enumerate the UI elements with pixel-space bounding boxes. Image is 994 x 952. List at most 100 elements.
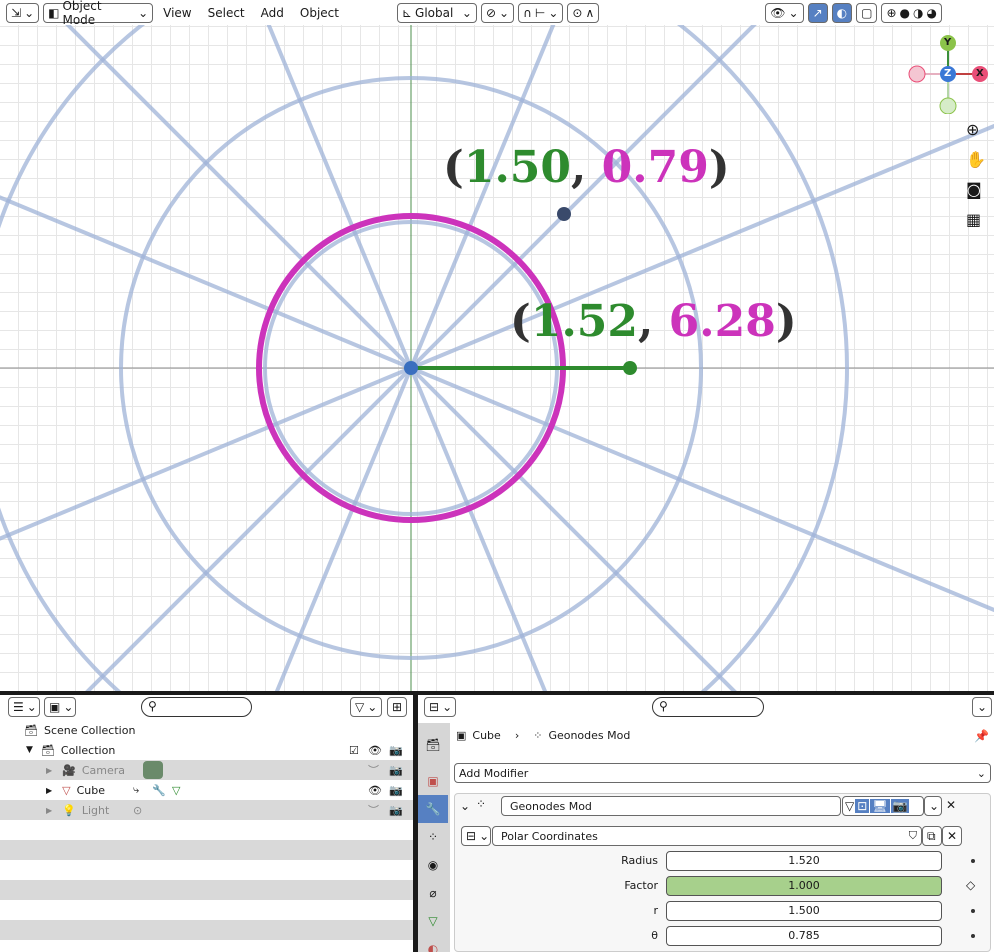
checkbox-icon[interactable]: ☑ [349, 744, 359, 757]
outliner-item-camera[interactable]: ▶ 🎥 Camera ︶ 📷 [0, 760, 413, 780]
tab-data[interactable]: ▽ [418, 907, 448, 935]
r-field[interactable]: 1.500 [666, 901, 942, 921]
orientation-select[interactable]: ⊾ Global ⌄ [396, 2, 477, 23]
close-icon[interactable]: ✕ [946, 798, 956, 812]
node-group-browse[interactable]: ⊟ ⌄ [461, 826, 491, 846]
mode-select[interactable]: ◧ Object Mode ⌄ [43, 0, 154, 27]
tab-physics[interactable]: ◉ [418, 851, 448, 879]
edit-mode-icon[interactable]: ▽ [845, 799, 854, 813]
theta-field[interactable]: 0.785 [666, 926, 942, 946]
expand-arrow-icon[interactable]: ▶ [46, 806, 52, 815]
eye-icon[interactable]: 👁 [368, 744, 382, 757]
new-collection-button[interactable]: ⊞ [387, 697, 407, 717]
menu-select[interactable]: Select [202, 6, 251, 20]
outliner-item-cube[interactable]: ▶ ▽ Cube ⤷ 🔧 ▽ 👁 📷 [0, 780, 413, 800]
modifier-name-input[interactable]: Geonodes Mod [501, 796, 841, 816]
orientation-icon: ⊾ [401, 5, 413, 20]
properties-editor-type[interactable]: ⊟ ⌄ [424, 697, 456, 717]
empty-row [0, 920, 413, 940]
collapse-chevron-icon[interactable]: ⌄ [460, 799, 470, 813]
outliner-search-input[interactable]: ⚲ [141, 697, 252, 717]
outliner-item-light[interactable]: ▶ 💡 Light ⊙ ︶ 📷 [0, 800, 413, 820]
tab-modifiers[interactable]: 🔧 [418, 795, 448, 823]
proportional-icon: ⊙ [572, 5, 583, 20]
tab-particles[interactable]: ⁘ [418, 823, 448, 851]
3d-viewport[interactable]: (1.50, 0.79) (1.52, 6.28) Y Z X ⊕ ✋ ◙ ▦ [0, 0, 994, 691]
fake-user-icon[interactable]: ⛉ [909, 829, 917, 843]
pin-icon[interactable]: 📌 [974, 729, 989, 743]
chevron-down-icon: ⌄ [929, 799, 940, 813]
camera-render-icon[interactable]: 📷 [389, 744, 403, 757]
editor-type-button[interactable]: ⇲ ⌄ [6, 2, 40, 23]
grid-view-icon[interactable]: ▦ [966, 210, 981, 229]
modifier-name-label: Geonodes Mod [510, 799, 592, 813]
eye-closed-icon[interactable]: ︶ [368, 762, 379, 778]
modifier-toggle-group[interactable]: ▽ ⊡ 🖥 📷 [842, 796, 924, 816]
xray-button[interactable]: ▢ [856, 2, 878, 23]
constraints-icon: ⌀ [429, 886, 437, 900]
gizmo-x-label: X [976, 68, 984, 79]
camera-render-icon[interactable]: 📷 [389, 784, 403, 797]
snap-button[interactable]: ∩ ⊢ ⌄ [518, 2, 564, 23]
filter-button[interactable]: ▽ ⌄ [350, 697, 382, 717]
pivot-button[interactable]: ⊘ ⌄ [480, 2, 515, 23]
properties-search-input[interactable]: ⚲ [652, 697, 764, 717]
add-modifier-button[interactable]: Add Modifier ⌄ [454, 763, 991, 783]
collection-row[interactable]: ▼ 🗃 Collection ☑ 👁 📷 [0, 740, 413, 760]
camera-view-icon[interactable]: ◙ [966, 180, 982, 199]
unlink-button[interactable]: ✕ [942, 826, 962, 846]
link-icon: ⊘ [485, 5, 497, 20]
gizmo-toggle-button[interactable]: ↗ [807, 2, 828, 23]
render-icon[interactable]: 📷 [890, 799, 910, 813]
chevron-down-icon: ⌄ [479, 829, 490, 843]
menu-object[interactable]: Object [294, 6, 345, 20]
radius-label: Radius [621, 854, 658, 867]
label-top-x: 1.50 [463, 142, 571, 193]
proportional-edit-button[interactable]: ⊙ ∧ [567, 2, 600, 23]
display-mode-button[interactable]: ▣ ⌄ [44, 697, 76, 717]
modifier-menu[interactable]: ⌄ [924, 796, 942, 816]
gizmo-z-label: Z [944, 68, 952, 79]
eye-closed-icon[interactable]: ︶ [368, 802, 379, 818]
particles-icon: ⁘ [427, 830, 439, 844]
mesh-data-tab-icon: ▽ [428, 914, 438, 928]
eye-icon[interactable]: 👁 [368, 784, 382, 797]
camera-data-icon[interactable] [143, 761, 163, 779]
menu-view[interactable]: View [157, 6, 197, 20]
camera-render-icon[interactable]: 📷 [389, 804, 403, 817]
keyframe-diamond-icon[interactable]: ◇ [966, 878, 975, 892]
tab-object[interactable]: ▣ [418, 767, 448, 795]
tab-constraints[interactable]: ⌀ [418, 879, 448, 907]
expand-arrow-icon[interactable]: ▶ [46, 786, 52, 795]
collection-tab-icon: 🗃 [425, 738, 441, 752]
keyframe-dot-icon[interactable] [971, 909, 975, 913]
expand-arrow-icon[interactable]: ▼ [26, 745, 33, 755]
tab-material[interactable]: ◐ [418, 935, 448, 952]
visibility-button[interactable]: 👁 ⌄ [765, 2, 804, 23]
falloff-icon: ∧ [585, 5, 595, 20]
camera-render-icon[interactable]: 📷 [389, 764, 403, 777]
factor-field[interactable]: 1.000 [666, 876, 942, 896]
duplicate-button[interactable]: ⧉ [922, 826, 942, 846]
radius-field[interactable]: 1.520 [666, 851, 942, 871]
geonodes-icon: ⁘ [533, 729, 543, 742]
scene-collection-label: Scene Collection [43, 723, 136, 737]
chevron-down-icon: ⌄ [442, 700, 453, 714]
node-group-name[interactable]: Polar Coordinates ⛉ [492, 826, 922, 846]
outliner-editor-type[interactable]: ☰ ⌄ [8, 697, 40, 717]
on-cage-icon[interactable]: ⊡ [855, 799, 870, 813]
expand-arrow-icon[interactable]: ▶ [46, 766, 52, 775]
tab-collection[interactable]: 🗃 [418, 731, 448, 759]
keyframe-dot-icon[interactable] [971, 934, 975, 938]
options-dropdown[interactable]: ⌄ [972, 697, 992, 717]
shading-buttons[interactable]: ⊕ ● ◑ ◕ [881, 2, 942, 23]
cube-label: Cube [76, 783, 106, 797]
overlay-toggle-button[interactable]: ◐ [831, 2, 853, 23]
keyframe-dot-icon[interactable] [971, 859, 975, 863]
menu-add[interactable]: Add [255, 6, 290, 20]
zoom-icon[interactable]: ⊕ [966, 120, 979, 139]
viewport-display-icon[interactable]: 🖥 [870, 799, 890, 813]
hand-icon[interactable]: ✋ [966, 150, 986, 169]
viewport-header: ⇲ ⌄ ◧ Object Mode ⌄ View Select Add Object … [0, 0, 994, 27]
scene-collection-row[interactable]: 🗃 Scene Collection [0, 720, 413, 740]
